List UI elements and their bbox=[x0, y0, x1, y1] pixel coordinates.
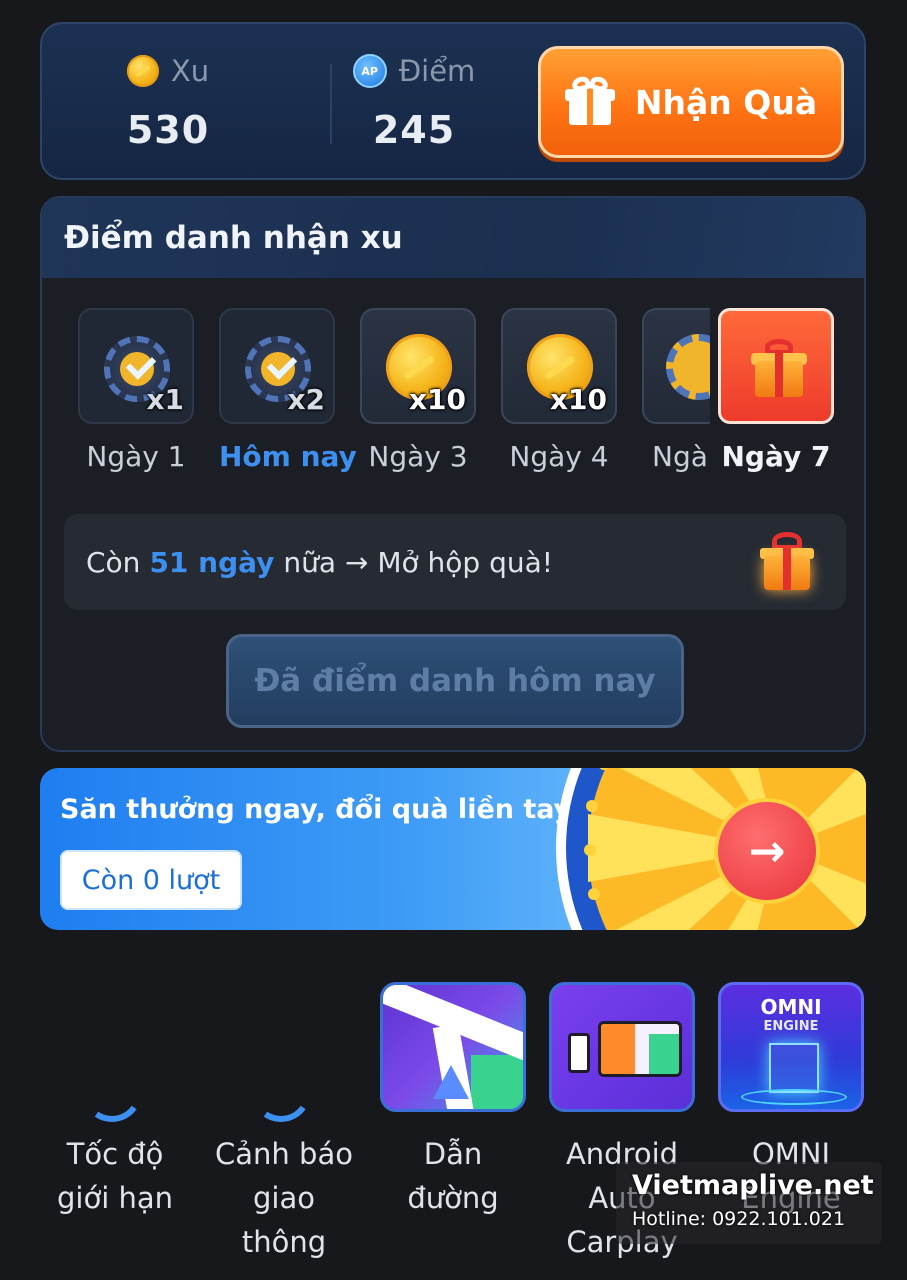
feature-label: Dẫn đường bbox=[407, 1137, 499, 1215]
feature-traffic-warning[interactable]: Cảnh báo giao thông bbox=[209, 982, 359, 1264]
gift-icon bbox=[564, 74, 615, 127]
daily-checkin-panel: Điểm danh nhận xu x1 Ngày 1 x2 Hôm nay x… bbox=[40, 196, 866, 752]
xu-stat: Xu 530 bbox=[68, 54, 268, 152]
gift-box-icon bbox=[756, 528, 816, 596]
progress-suffix: nữa → Mở hộp quà! bbox=[283, 545, 553, 579]
spin-arrow-button[interactable]: → bbox=[718, 802, 816, 900]
checked-in-today-button[interactable]: Đã điểm danh hôm nay bbox=[226, 634, 684, 728]
diem-stat: AP Điểm 245 bbox=[314, 54, 514, 152]
watermark: Vietmaplive.net Hotline: 0922.101.021 bbox=[616, 1162, 882, 1244]
day-label-today: Hôm nay bbox=[219, 440, 357, 473]
day-item-7[interactable]: Ngày 7 bbox=[718, 308, 834, 473]
day-multiplier: x2 bbox=[287, 383, 325, 416]
day-multiplier: x10 bbox=[408, 383, 466, 416]
receive-gift-label: Nhận Quà bbox=[634, 82, 818, 122]
checkin-days: x1 Ngày 1 x2 Hôm nay x10 Ngày 3 x10 Ngày… bbox=[76, 308, 836, 478]
coin-icon bbox=[126, 55, 159, 87]
day-item-4[interactable]: x10 Ngày 4 bbox=[501, 308, 617, 473]
checkin-title: Điểm danh nhận xu bbox=[42, 198, 864, 278]
lucky-wheel-banner[interactable]: Săn thưởng ngay, đổi quà liền tay! Còn 0… bbox=[40, 768, 866, 930]
watermark-site: Vietmaplive.net bbox=[632, 1170, 874, 1201]
day-item-1[interactable]: x1 Ngày 1 bbox=[78, 308, 194, 473]
feature-speed-limit[interactable]: Tốc độ giới hạn bbox=[40, 982, 190, 1220]
gift-progress-box: Còn 51 ngày nữa → Mở hộp quà! bbox=[64, 514, 846, 610]
lucky-wheel-icon bbox=[556, 768, 866, 930]
day-item-today[interactable]: x2 Hôm nay bbox=[219, 308, 357, 473]
day-label: Ngà bbox=[652, 440, 708, 473]
balance-card: Xu 530 AP Điểm 245 Nhận Quà bbox=[40, 22, 866, 180]
ap-points-icon: AP bbox=[352, 54, 387, 88]
xu-label: Xu bbox=[170, 54, 210, 88]
day-item-5[interactable]: Ngà bbox=[642, 308, 722, 473]
day-multiplier: x1 bbox=[146, 383, 184, 416]
loading-spinner-icon bbox=[77, 1057, 147, 1127]
omni-tile-title: OMNI bbox=[760, 995, 822, 1019]
feature-label: Tốc độ giới hạn bbox=[56, 1137, 173, 1215]
day-item-3[interactable]: x10 Ngày 3 bbox=[360, 308, 476, 473]
watermark-hotline: Hotline: 0922.101.021 bbox=[632, 1208, 846, 1230]
receive-gift-button[interactable]: Nhận Quà bbox=[538, 46, 844, 158]
banner-title: Săn thưởng ngay, đổi quà liền tay! bbox=[60, 794, 584, 825]
diem-label: Điểm bbox=[398, 54, 476, 88]
navigation-icon bbox=[380, 982, 526, 1112]
day-label: Ngày 3 bbox=[368, 440, 468, 473]
coin-ring-icon bbox=[666, 334, 710, 400]
feature-navigation[interactable]: Dẫn đường bbox=[378, 982, 528, 1220]
carplay-icon bbox=[549, 982, 695, 1112]
day-label: Ngày 1 bbox=[86, 440, 186, 473]
xu-value: 530 bbox=[126, 108, 210, 152]
gift-box-icon bbox=[749, 339, 809, 399]
progress-days-remaining: 51 ngày bbox=[149, 545, 275, 579]
progress-prefix: Còn bbox=[86, 545, 141, 579]
omni-tile-subtitle: ENGINE bbox=[763, 1019, 819, 1034]
loading-spinner-icon bbox=[246, 1057, 316, 1127]
diem-value: 245 bbox=[372, 108, 456, 152]
day-label: Ngày 4 bbox=[509, 440, 609, 473]
day-multiplier: x10 bbox=[549, 383, 607, 416]
remaining-turns-badge: Còn 0 lượt bbox=[60, 850, 242, 910]
feature-label: Cảnh báo giao thông bbox=[215, 1137, 353, 1259]
day-label: Ngày 7 bbox=[721, 440, 831, 473]
omni-engine-icon: OMNI ENGINE bbox=[718, 982, 864, 1112]
